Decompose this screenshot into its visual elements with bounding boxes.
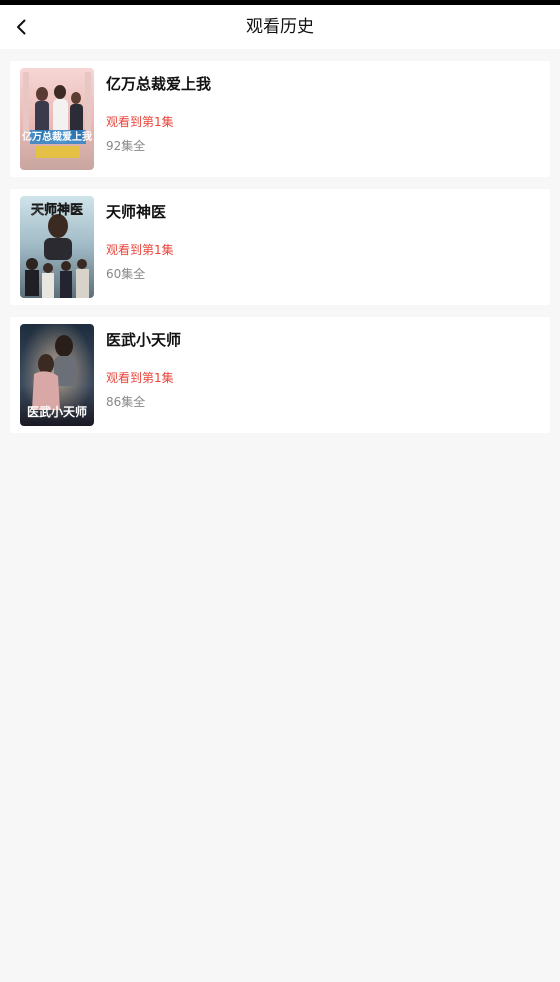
poster-title-text: 天师神医: [31, 202, 83, 218]
poster-image: 医武小天师: [20, 324, 94, 426]
drama-title: 亿万总裁爱上我: [106, 75, 212, 93]
history-item[interactable]: 医武小天师 医武小天师 观看到第1集 86集全: [10, 317, 550, 433]
history-item[interactable]: 天师神医 天师神医 观看到第1集 60集全: [10, 189, 550, 305]
poster-title-text: 医武小天师: [27, 404, 87, 419]
history-list: 亿万总裁爱上我 亿万总裁爱上我 观看到第1集 92集全 天师神医 天师神医 观看…: [10, 61, 550, 445]
drama-title: 医武小天师: [106, 331, 182, 349]
poster-image: 亿万总裁爱上我: [20, 68, 94, 170]
drama-title: 天师神医: [106, 203, 167, 221]
history-item[interactable]: 亿万总裁爱上我 亿万总裁爱上我 观看到第1集 92集全: [10, 61, 550, 177]
back-button[interactable]: [6, 11, 38, 43]
watch-progress: 观看到第1集: [106, 371, 174, 385]
page-title: 观看历史: [246, 17, 314, 37]
episode-count: 92集全: [106, 139, 146, 153]
episode-count: 86集全: [106, 395, 146, 409]
poster-image: 天师神医: [20, 196, 94, 298]
top-bar: 观看历史: [0, 5, 560, 49]
chevron-left-icon: [17, 19, 26, 35]
watch-progress: 观看到第1集: [106, 243, 174, 257]
watch-progress: 观看到第1集: [106, 115, 174, 129]
poster-title-text: 亿万总裁爱上我: [22, 130, 92, 143]
episode-count: 60集全: [106, 267, 146, 281]
